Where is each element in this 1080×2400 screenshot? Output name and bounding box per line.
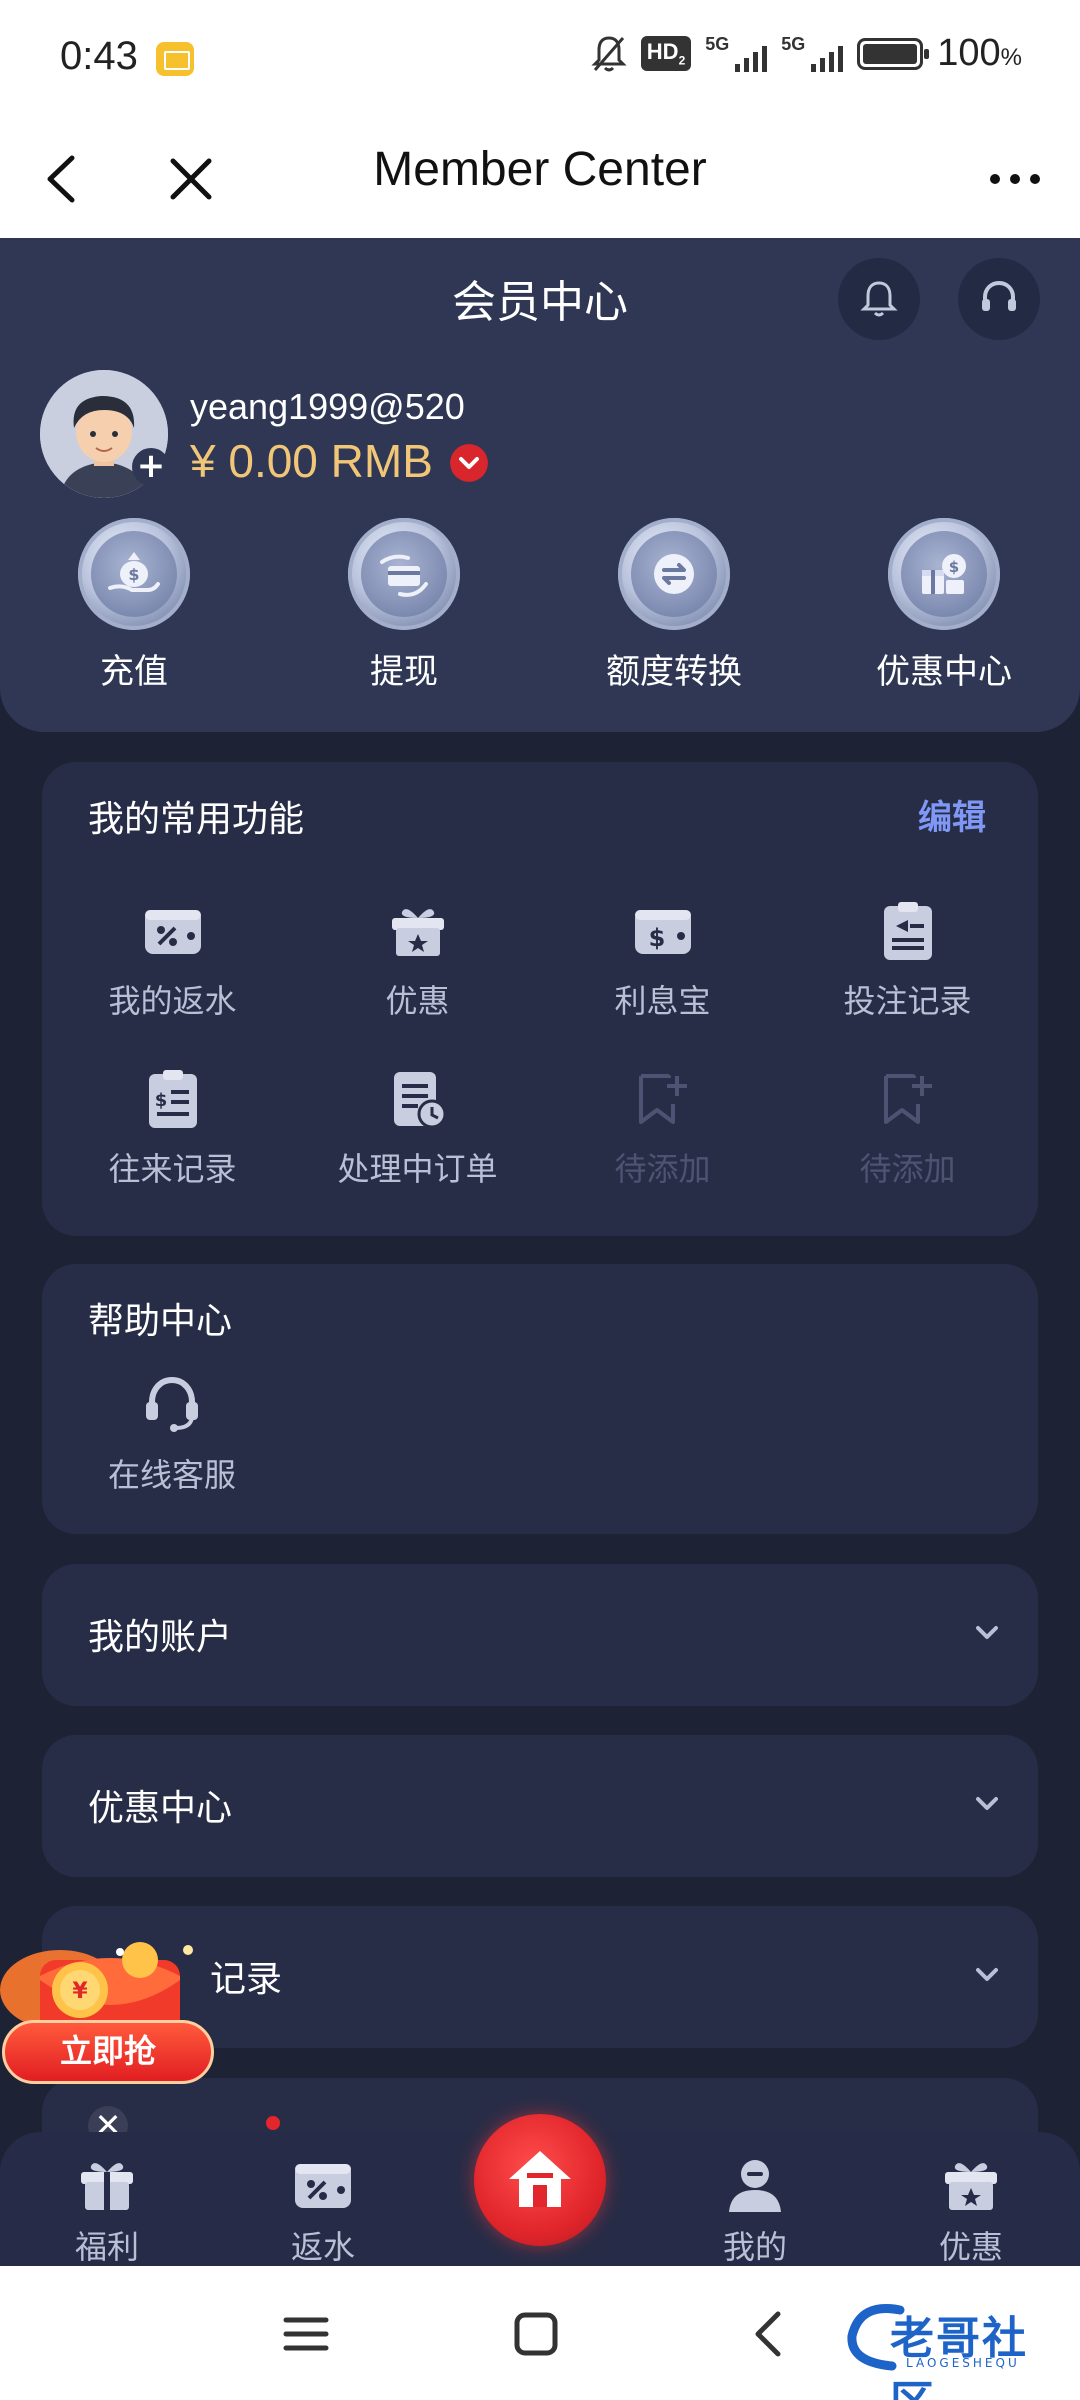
customer-service-button[interactable]	[958, 258, 1040, 340]
watermark-logo: 老哥社区 LAOGESHEQU	[840, 2296, 1070, 2400]
chevron-down-icon	[976, 1797, 998, 1810]
app-header: Member Center	[0, 120, 1080, 238]
common-functions-title: 我的常用功能	[88, 799, 305, 840]
feature-bet-records[interactable]: 投注记录	[785, 898, 1030, 1022]
member-hero: 会员中心 + yeang1999@520 ¥ 0.00 RMB $ 充值 提现 …	[0, 238, 1080, 732]
signal-icon-2: 5G	[781, 34, 844, 74]
hd-badge: HD2	[640, 36, 692, 71]
accordion-label: 优惠中心	[88, 1788, 233, 1829]
clipboard-icon	[883, 902, 932, 960]
red-dot-badge	[266, 2116, 280, 2130]
home-icon	[509, 2151, 571, 2207]
percent-wallet-icon	[144, 910, 201, 954]
gift-icon	[81, 2163, 133, 2210]
feature-pending-orders[interactable]: 处理中订单	[295, 1066, 540, 1190]
transfer-icon	[654, 554, 694, 594]
accordion-label: 我的账户	[88, 1617, 233, 1658]
nav-rebate[interactable]: 返水	[248, 2152, 398, 2268]
balance-expand-icon[interactable]	[450, 444, 488, 482]
status-bar: 0:43 HD2 5G 5G 100%	[0, 0, 1080, 120]
battery-icon	[857, 37, 930, 70]
svg-text:$: $	[128, 565, 139, 584]
nav-welfare[interactable]: 福利	[32, 2152, 182, 2268]
online-support-item[interactable]: 在线客服	[72, 1372, 272, 1496]
chevron-down-icon	[976, 1968, 998, 1981]
feature-transactions[interactable]: $ 往来记录	[50, 1066, 295, 1190]
deposit-button[interactable]: $ 充值	[34, 518, 234, 693]
mute-bell-icon	[591, 35, 627, 71]
message-notification-icon	[156, 42, 194, 76]
card-hand-icon	[380, 554, 428, 597]
svg-text:$: $	[154, 1090, 167, 1111]
accordion-my-account[interactable]: 我的账户	[42, 1564, 1038, 1706]
withdraw-button[interactable]: 提现	[304, 518, 504, 693]
gift-icon	[391, 909, 444, 956]
grab-now-button[interactable]: 立即抢	[2, 2020, 214, 2084]
feature-placeholder-1[interactable]: 待添加	[540, 1066, 785, 1190]
percent-wallet-icon	[295, 2164, 351, 2208]
transaction-list-icon: $	[148, 1070, 197, 1128]
promo-center-button[interactable]: $ 优惠中心	[844, 518, 1044, 693]
feature-promo[interactable]: 优惠	[295, 898, 540, 1022]
accordion-label: 记录	[210, 1959, 283, 2000]
add-bookmark-icon	[638, 1074, 687, 1124]
username: yeang1999@520	[190, 386, 465, 427]
add-bookmark-icon	[883, 1074, 932, 1124]
balance: ¥ 0.00 RMB	[190, 435, 433, 487]
quick-actions: $ 充值 提现 额度转换 $ 优惠中心	[0, 518, 1080, 718]
battery-percent: 100%	[937, 32, 1022, 74]
nav-mine[interactable]: 我的	[680, 2152, 830, 2268]
add-avatar-icon[interactable]: +	[132, 448, 170, 486]
more-options-icon[interactable]	[980, 144, 1050, 214]
user-icon	[729, 2160, 781, 2212]
home-square-icon[interactable]	[506, 2306, 566, 2362]
back-icon[interactable]	[740, 2306, 800, 2362]
help-center-title: 帮助中心	[88, 1301, 233, 1342]
headset-icon	[982, 280, 1016, 311]
nav-promo[interactable]: 优惠	[896, 2152, 1046, 2268]
status-icons: HD2 5G 5G 100%	[591, 32, 1022, 75]
money-bag-hand-icon: $	[108, 552, 160, 592]
dollar-wallet-icon: $	[634, 910, 691, 954]
edit-button[interactable]: 编辑	[918, 790, 986, 839]
system-nav-bar: 老哥社区 LAOGESHEQU	[0, 2266, 1080, 2400]
notification-button[interactable]	[838, 258, 920, 340]
headset-icon	[146, 1376, 198, 1432]
gift-star-icon	[945, 2163, 997, 2210]
feature-interest[interactable]: $ 利息宝	[540, 898, 785, 1022]
status-time: 0:43	[60, 34, 138, 78]
pending-order-icon	[393, 1072, 446, 1129]
help-center-card: 帮助中心 在线客服	[42, 1264, 1038, 1534]
transfer-button[interactable]: 额度转换	[574, 518, 774, 693]
menu-icon[interactable]	[276, 2306, 336, 2362]
feature-placeholder-2[interactable]: 待添加	[785, 1066, 1030, 1190]
signal-icon-1: 5G	[705, 34, 768, 74]
feature-rebate[interactable]: 我的返水	[50, 898, 295, 1022]
chevron-down-icon	[976, 1626, 998, 1639]
accordion-promo-center[interactable]: 优惠中心	[42, 1735, 1038, 1877]
svg-text:$: $	[648, 924, 665, 952]
bell-icon	[860, 281, 898, 317]
svg-text:$: $	[949, 558, 959, 576]
nav-home-button[interactable]	[474, 2114, 606, 2246]
promo-gift-icon: $	[922, 554, 966, 594]
svg-text:¥: ¥	[72, 1979, 88, 2004]
common-functions-card: 我的常用功能 编辑 我的返水 优惠 $ 利息宝 投注记录 $ 往来记录 处理中订…	[42, 762, 1038, 1236]
page-title: Member Center	[373, 143, 707, 196]
